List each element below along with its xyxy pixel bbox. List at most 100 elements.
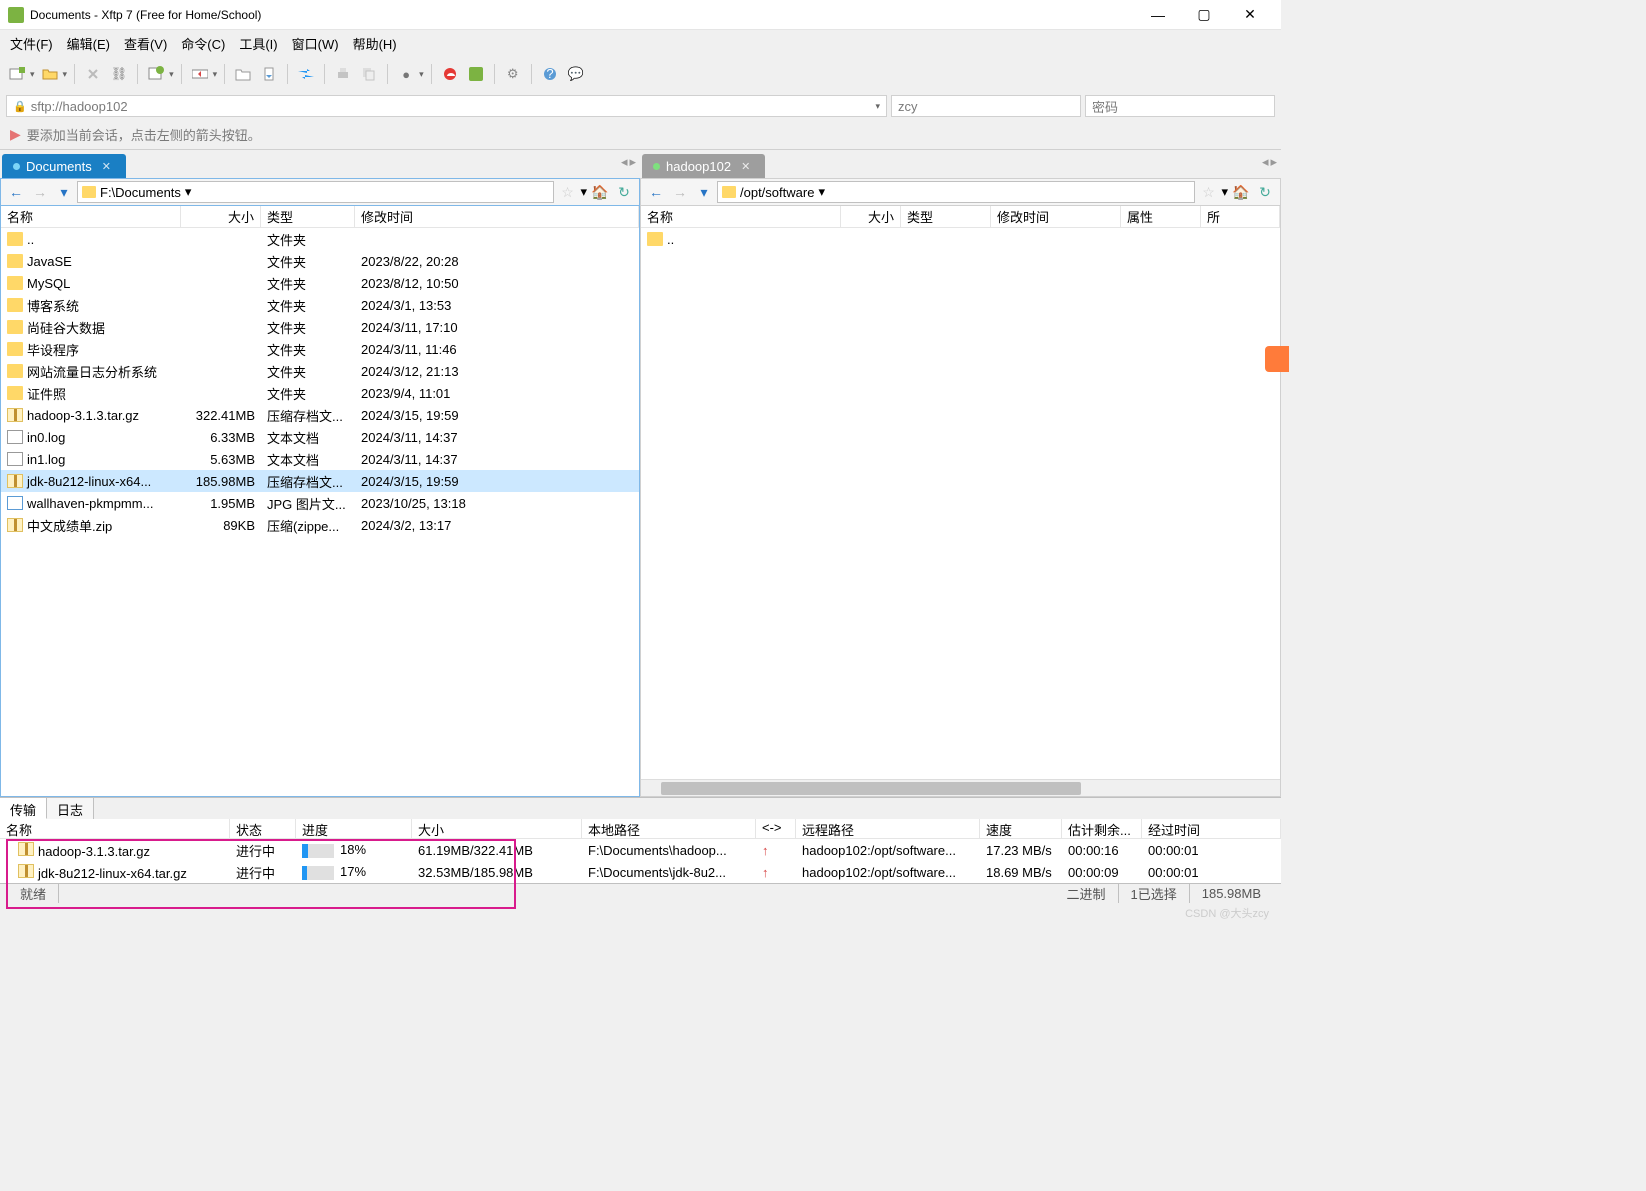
- right-file-body[interactable]: ..: [641, 228, 1280, 796]
- file-row[interactable]: ..: [641, 228, 1280, 250]
- menu-command[interactable]: 命令(C): [175, 32, 231, 55]
- password-input[interactable]: 密码: [1085, 95, 1275, 117]
- hintbar: ▶ 要添加当前会话，点击左侧的箭头按钮。: [0, 120, 1281, 150]
- file-row[interactable]: MySQL文件夹2023/8/12, 10:50: [1, 272, 639, 294]
- menu-file[interactable]: 文件(F): [4, 32, 59, 55]
- col-type[interactable]: 类型: [261, 206, 355, 227]
- col-modified[interactable]: 修改时间: [355, 206, 639, 227]
- col-name[interactable]: 名称: [641, 206, 841, 227]
- tab-hadoop102[interactable]: hadoop102 ✕: [642, 154, 765, 178]
- url-input[interactable]: 🔒 sftp://hadoop102 ▾: [6, 95, 887, 117]
- up-button[interactable]: ▾: [53, 181, 75, 203]
- bookmark-icon[interactable]: ☆: [1197, 181, 1219, 203]
- file-row[interactable]: 证件照文件夹2023/9/4, 11:01: [1, 382, 639, 404]
- transfer-row[interactable]: hadoop-3.1.3.tar.gz进行中18%61.19MB/322.41M…: [0, 839, 1281, 861]
- file-row[interactable]: 尚硅谷大数据文件夹2024/3/11, 17:10: [1, 316, 639, 338]
- home-icon[interactable]: 🏠: [1230, 181, 1252, 203]
- print-icon[interactable]: [332, 63, 354, 85]
- menu-help[interactable]: 帮助(H): [347, 32, 403, 55]
- refresh-icon[interactable]: ↻: [1254, 181, 1276, 203]
- help-icon[interactable]: ?: [539, 63, 561, 85]
- file-row[interactable]: ..文件夹: [1, 228, 639, 250]
- col-size[interactable]: 大小: [181, 206, 261, 227]
- left-file-body[interactable]: ..文件夹JavaSE文件夹2023/8/22, 20:28MySQL文件夹20…: [1, 228, 639, 796]
- stop-icon[interactable]: ●: [395, 63, 417, 85]
- tcol-progress[interactable]: 进度: [296, 819, 412, 838]
- file-row[interactable]: jdk-8u212-linux-x64...185.98MB压缩存档文...20…: [1, 470, 639, 492]
- url-dropdown-icon[interactable]: ▾: [875, 101, 880, 112]
- new-win-icon[interactable]: [145, 63, 167, 85]
- new-session-icon[interactable]: [6, 63, 28, 85]
- tcol-elapsed[interactable]: 经过时间: [1142, 819, 1281, 838]
- up-button[interactable]: ▾: [693, 181, 715, 203]
- green-square-icon[interactable]: [465, 63, 487, 85]
- disconnect-icon[interactable]: ⛓: [108, 63, 130, 85]
- tab-close-icon[interactable]: ✕: [102, 160, 111, 173]
- red-circle-icon[interactable]: [439, 63, 461, 85]
- file-type: 压缩(zippe...: [261, 516, 355, 535]
- forward-button[interactable]: →: [669, 181, 691, 203]
- tcol-local[interactable]: 本地路径: [582, 819, 756, 838]
- transfer-row[interactable]: jdk-8u212-linux-x64.tar.gz进行中17%32.53MB/…: [0, 861, 1281, 883]
- forward-button[interactable]: →: [29, 181, 51, 203]
- h-scrollbar[interactable]: [641, 779, 1280, 796]
- file-row[interactable]: 中文成绩单.zip89KB压缩(zippe...2024/3/2, 13:17: [1, 514, 639, 536]
- tab-log[interactable]: 日志: [47, 798, 94, 819]
- file-row[interactable]: 毕设程序文件夹2024/3/11, 11:46: [1, 338, 639, 360]
- tab-close-icon[interactable]: ✕: [741, 160, 750, 173]
- path-text: F:\Documents: [100, 185, 181, 200]
- tab-transfer[interactable]: 传输: [0, 798, 47, 819]
- tab-next-icon[interactable]: ▸: [629, 154, 636, 170]
- sync-icon[interactable]: [189, 63, 211, 85]
- tcol-size[interactable]: 大小: [412, 819, 582, 838]
- menu-window[interactable]: 窗口(W): [286, 32, 345, 55]
- tab-documents[interactable]: Documents ✕: [2, 154, 126, 178]
- open-session-icon[interactable]: [39, 63, 61, 85]
- copy-icon[interactable]: [358, 63, 380, 85]
- new-folder-icon[interactable]: [232, 63, 254, 85]
- path-dropdown-icon[interactable]: ▾: [818, 184, 825, 200]
- path-dropdown-icon[interactable]: ▾: [185, 184, 192, 200]
- home-icon[interactable]: 🏠: [589, 181, 611, 203]
- col-size[interactable]: 大小: [841, 206, 901, 227]
- file-row[interactable]: JavaSE文件夹2023/8/22, 20:28: [1, 250, 639, 272]
- tab-nav: ◂▸: [621, 154, 636, 170]
- tcol-speed[interactable]: 速度: [980, 819, 1062, 838]
- file-row[interactable]: hadoop-3.1.3.tar.gz322.41MB压缩存档文...2024/…: [1, 404, 639, 426]
- tcol-eta[interactable]: 估计剩余...: [1062, 819, 1142, 838]
- col-name[interactable]: 名称: [1, 206, 181, 227]
- col-modified[interactable]: 修改时间: [991, 206, 1121, 227]
- col-type[interactable]: 类型: [901, 206, 991, 227]
- back-button[interactable]: ←: [5, 181, 27, 203]
- right-path-input[interactable]: /opt/software ▾: [717, 181, 1195, 203]
- minimize-button[interactable]: ―: [1135, 0, 1181, 30]
- file-row[interactable]: 博客系统文件夹2024/3/1, 13:53: [1, 294, 639, 316]
- tab-prev-icon[interactable]: ◂: [621, 154, 628, 170]
- close-button[interactable]: ✕: [1227, 0, 1273, 30]
- reconnect-icon[interactable]: [82, 63, 104, 85]
- maximize-button[interactable]: ▢: [1181, 0, 1227, 30]
- left-path-input[interactable]: F:\Documents ▾: [77, 181, 554, 203]
- menu-view[interactable]: 查看(V): [118, 32, 173, 55]
- tcol-remote[interactable]: 远程路径: [796, 819, 980, 838]
- file-row[interactable]: 网站流量日志分析系统文件夹2024/3/12, 21:13: [1, 360, 639, 382]
- user-input[interactable]: zcy: [891, 95, 1081, 117]
- upload-icon[interactable]: [258, 63, 280, 85]
- bookmark-icon[interactable]: ☆: [556, 181, 578, 203]
- file-row[interactable]: in1.log5.63MB文本文档2024/3/11, 14:37: [1, 448, 639, 470]
- col-owner[interactable]: 所: [1201, 206, 1280, 227]
- gear-icon[interactable]: ⚙: [502, 63, 524, 85]
- file-row[interactable]: wallhaven-pkmpmm...1.95MBJPG 图片文...2023/…: [1, 492, 639, 514]
- tcol-dir[interactable]: <->: [756, 819, 796, 838]
- menu-tools[interactable]: 工具(I): [233, 32, 283, 55]
- menu-edit[interactable]: 编辑(E): [61, 32, 116, 55]
- back-button[interactable]: ←: [645, 181, 667, 203]
- swap-icon[interactable]: [295, 63, 317, 85]
- file-row[interactable]: in0.log6.33MB文本文档2024/3/11, 14:37: [1, 426, 639, 448]
- refresh-icon[interactable]: ↻: [613, 181, 635, 203]
- tcol-name[interactable]: 名称: [0, 819, 230, 838]
- chat-icon[interactable]: 💬: [565, 63, 587, 85]
- col-attr[interactable]: 属性: [1121, 206, 1201, 227]
- transfer-dir: ↑: [756, 865, 796, 880]
- tcol-status[interactable]: 状态: [230, 819, 296, 838]
